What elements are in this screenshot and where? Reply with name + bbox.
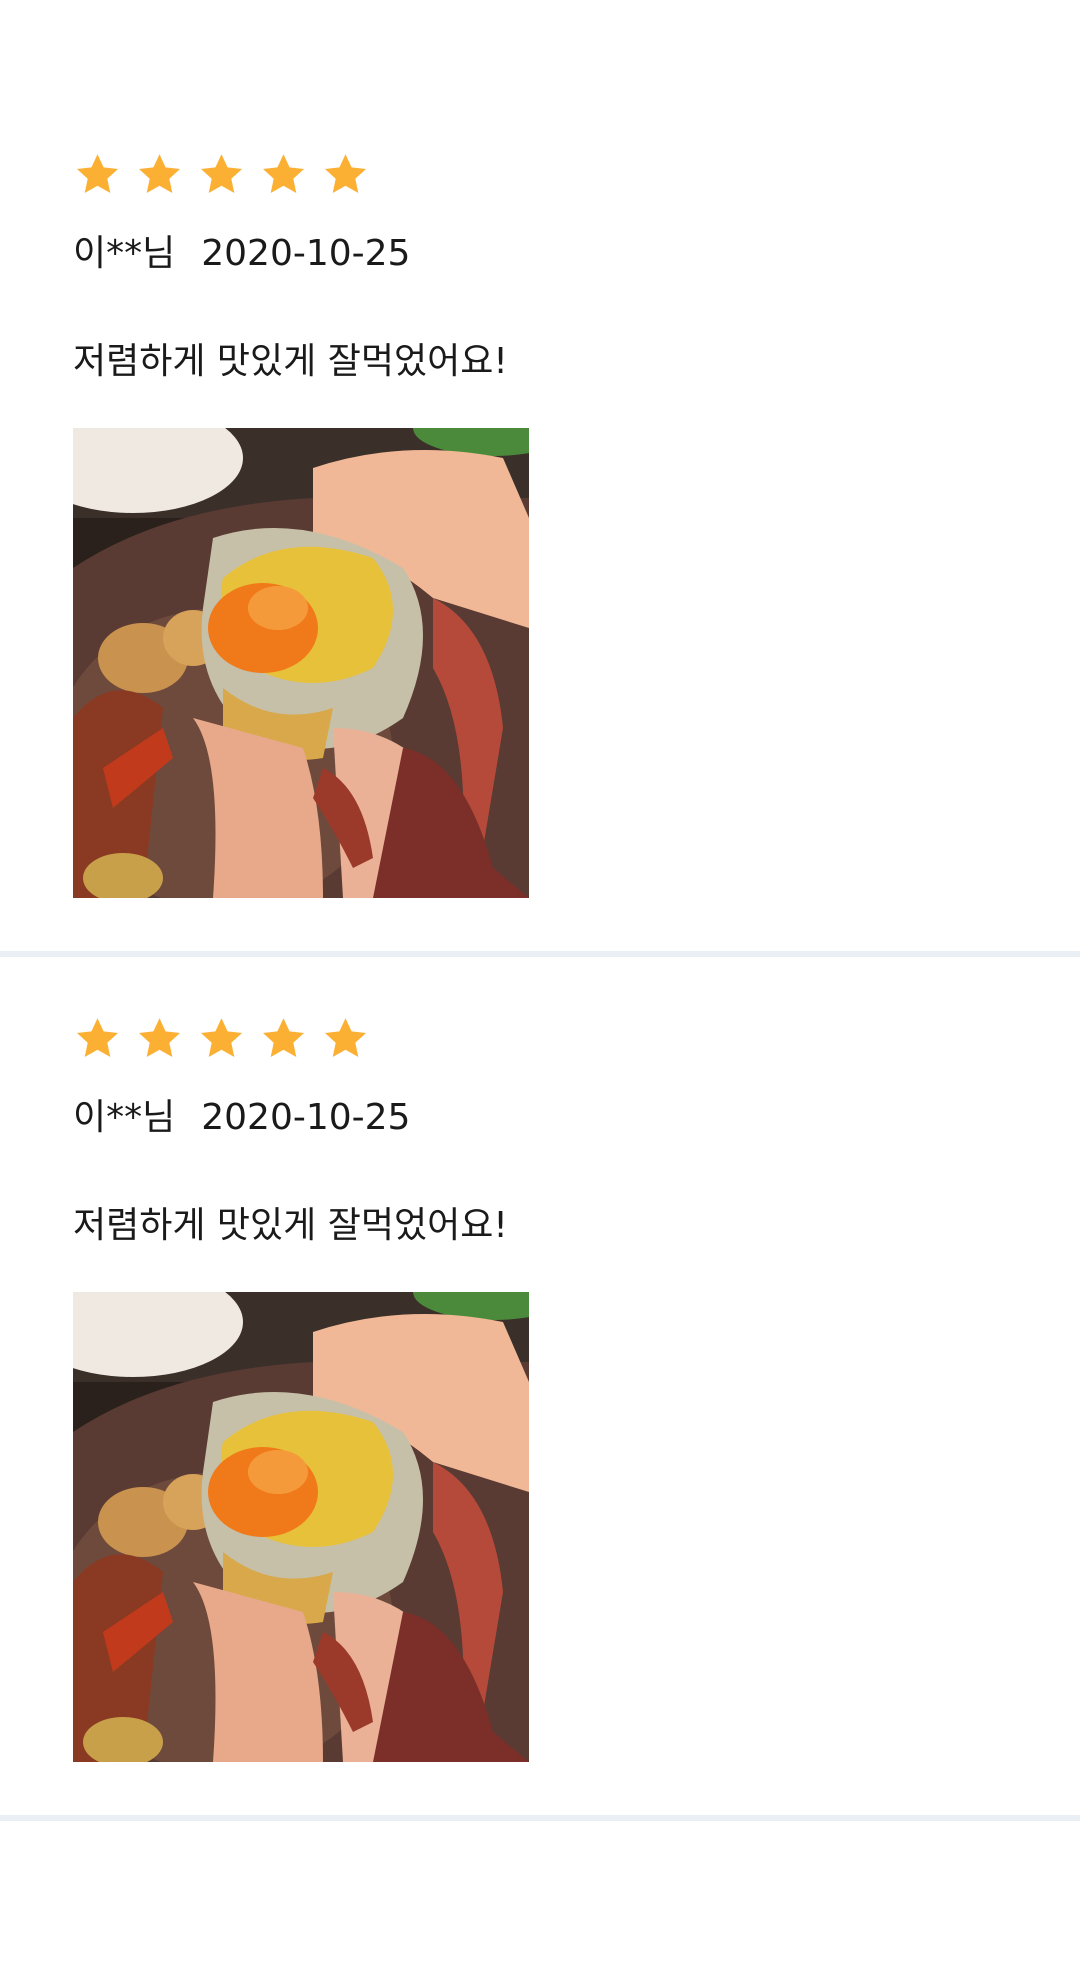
review-content: 저렴하게 맛있게 잘먹었어요! <box>73 341 508 382</box>
review-item: 이**님 2020-10-25 저렴하게 맛있게 잘먹었어요! <box>0 0 1080 957</box>
review-item: 이**님 2020-10-25 저렴하게 맛있게 잘먹었어요! <box>0 957 1080 1821</box>
review-photo[interactable] <box>73 428 529 898</box>
star-rating <box>73 1014 529 1064</box>
star-icon <box>197 1015 246 1063</box>
review-date: 2020-10-25 <box>201 233 411 274</box>
review-body: 이**님 2020-10-25 저렴하게 맛있게 잘먹었어요! <box>73 1014 529 1762</box>
review-meta: 이**님 2020-10-25 <box>73 1094 529 1142</box>
review-content: 저렴하게 맛있게 잘먹었어요! <box>73 1205 508 1246</box>
review-photo[interactable] <box>73 1292 529 1762</box>
review-author: 이**님 <box>73 1097 176 1138</box>
review-date: 2020-10-25 <box>201 1097 411 1138</box>
star-icon <box>259 1015 308 1063</box>
star-icon <box>135 151 184 199</box>
star-icon <box>135 1015 184 1063</box>
star-icon <box>73 151 122 199</box>
star-icon <box>197 151 246 199</box>
star-icon <box>321 151 370 199</box>
star-icon <box>321 1015 370 1063</box>
star-icon <box>73 1015 122 1063</box>
star-icon <box>259 151 308 199</box>
review-body: 이**님 2020-10-25 저렴하게 맛있게 잘먹었어요! <box>73 150 529 898</box>
review-meta: 이**님 2020-10-25 <box>73 230 529 278</box>
review-list: 이**님 2020-10-25 저렴하게 맛있게 잘먹었어요! 이**님 2020-… <box>0 0 1080 1821</box>
star-rating <box>73 150 529 200</box>
review-author: 이**님 <box>73 233 176 274</box>
review-divider <box>0 1815 1080 1821</box>
